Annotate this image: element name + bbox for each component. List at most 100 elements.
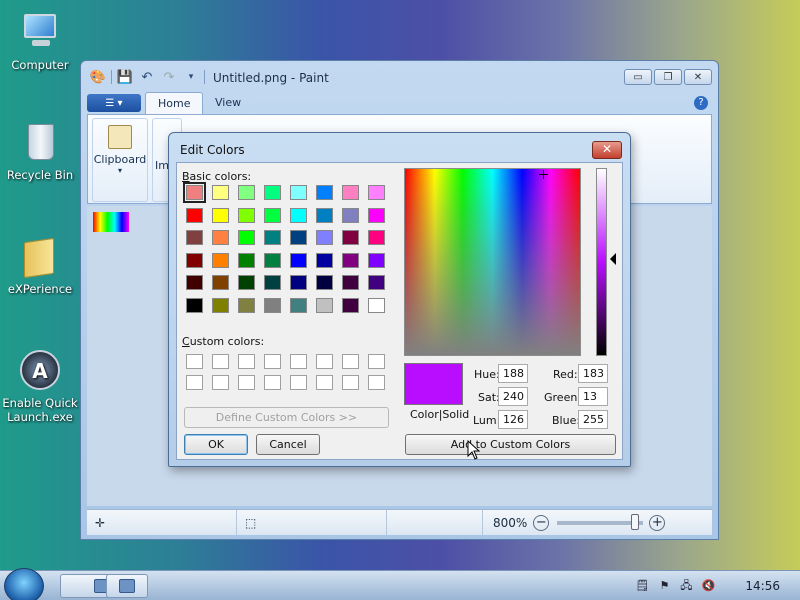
basic-color-swatch[interactable] — [290, 207, 307, 223]
sat-field[interactable]: 240 — [498, 387, 528, 406]
close-button[interactable]: ✕ — [684, 69, 712, 85]
basic-color-swatch[interactable] — [212, 297, 229, 313]
redo-icon[interactable]: ↷ — [160, 68, 178, 86]
basic-color-swatch[interactable] — [264, 275, 281, 290]
basic-color-swatch[interactable] — [264, 297, 281, 313]
basic-color-swatch[interactable] — [290, 297, 307, 313]
basic-color-swatch[interactable] — [238, 230, 255, 245]
basic-color-swatch[interactable] — [316, 275, 333, 290]
custom-color-swatch[interactable] — [342, 375, 359, 390]
tab-view[interactable]: View — [203, 92, 253, 114]
zoom-slider-knob[interactable] — [631, 513, 640, 530]
basic-color-swatch[interactable] — [290, 185, 307, 200]
basic-color-swatch[interactable] — [238, 207, 255, 223]
tab-home[interactable]: Home — [145, 92, 204, 114]
volume-muted-icon[interactable]: 🔇 — [701, 579, 716, 593]
basic-color-swatch[interactable] — [368, 185, 385, 200]
basic-color-swatch[interactable] — [316, 207, 333, 223]
custom-color-swatch[interactable] — [316, 375, 333, 390]
define-custom-colors-button[interactable]: Define Custom Colors >> — [184, 407, 389, 428]
basic-color-swatch[interactable] — [186, 230, 203, 245]
cancel-button[interactable]: Cancel — [256, 434, 320, 455]
basic-color-swatch[interactable] — [238, 297, 255, 313]
custom-color-swatch[interactable] — [290, 375, 307, 390]
custom-color-swatch[interactable] — [290, 354, 307, 369]
custom-color-swatch[interactable] — [238, 375, 255, 390]
basic-color-swatch[interactable] — [290, 275, 307, 290]
clock[interactable]: 14:56 — [745, 579, 780, 593]
basic-color-swatch[interactable] — [290, 252, 307, 268]
basic-color-swatch[interactable] — [264, 230, 281, 245]
basic-color-swatch[interactable] — [342, 230, 359, 245]
basic-color-swatch[interactable] — [368, 230, 385, 245]
zoom-slider[interactable] — [557, 513, 644, 530]
zoom-in-button[interactable]: + — [649, 514, 666, 531]
blue-field[interactable]: 255 — [578, 410, 608, 429]
color-spectrum[interactable] — [404, 168, 581, 356]
basic-color-swatch[interactable] — [316, 297, 333, 313]
custom-color-swatch[interactable] — [368, 375, 385, 390]
desktop-icon-recycle-bin[interactable]: Recycle Bin — [0, 120, 80, 182]
basic-color-swatch[interactable] — [316, 230, 333, 245]
basic-color-swatch[interactable] — [186, 297, 203, 313]
minimize-button[interactable]: ▭ — [624, 69, 652, 85]
basic-color-swatch[interactable] — [368, 297, 385, 313]
basic-color-swatch[interactable] — [264, 185, 281, 200]
custom-color-swatch[interactable] — [368, 354, 385, 369]
basic-color-swatch[interactable] — [342, 275, 359, 290]
basic-color-swatch[interactable] — [212, 207, 229, 223]
start-button[interactable] — [4, 568, 44, 600]
basic-color-swatch[interactable] — [212, 275, 229, 290]
custom-color-swatch[interactable] — [342, 354, 359, 369]
basic-color-swatch[interactable] — [183, 182, 206, 203]
basic-color-swatch[interactable] — [290, 230, 307, 245]
custom-color-swatch[interactable] — [186, 375, 203, 390]
luminosity-slider[interactable] — [596, 168, 607, 356]
basic-color-swatch[interactable] — [342, 185, 359, 200]
app-menu-button[interactable]: ☰ ▾ — [87, 94, 141, 112]
custom-color-swatch[interactable] — [212, 354, 229, 369]
basic-color-swatch[interactable] — [316, 252, 333, 268]
custom-color-swatch[interactable] — [316, 354, 333, 369]
red-field[interactable]: 183 — [578, 364, 608, 383]
paint-app-icon[interactable]: 🎨 — [89, 68, 107, 86]
basic-color-swatch[interactable] — [264, 252, 281, 268]
clipboard-group[interactable]: Clipboard ▾ — [92, 118, 148, 202]
network-icon[interactable]: 🖧 — [679, 579, 693, 593]
custom-color-swatch[interactable] — [186, 354, 203, 369]
add-to-custom-colors-button[interactable]: Add to Custom Colors — [405, 434, 616, 455]
basic-color-swatch[interactable] — [342, 252, 359, 268]
basic-color-swatch[interactable] — [264, 207, 281, 223]
basic-color-swatch[interactable] — [368, 252, 385, 268]
action-center-icon[interactable]: ⚑ — [657, 579, 671, 593]
desktop-icon-experience[interactable]: eXPerience — [0, 234, 80, 296]
custom-color-swatch[interactable] — [212, 375, 229, 390]
desktop-icon-computer[interactable]: Computer — [0, 10, 80, 72]
basic-color-swatch[interactable] — [186, 252, 203, 268]
desktop-icon-enable-quick-launch[interactable]: Enable Quick Launch.exe — [0, 348, 80, 424]
save-icon[interactable]: 💾 — [116, 68, 134, 86]
luminosity-arrow-icon[interactable] — [610, 253, 616, 265]
basic-color-swatch[interactable] — [186, 275, 203, 290]
basic-color-swatch[interactable] — [212, 185, 229, 200]
basic-color-swatch[interactable] — [368, 275, 385, 290]
restore-button[interactable]: ❐ — [654, 69, 682, 85]
zoom-out-button[interactable]: − — [533, 514, 550, 531]
canvas-image[interactable] — [93, 212, 129, 232]
basic-color-swatch[interactable] — [186, 207, 203, 223]
basic-color-swatch[interactable] — [212, 252, 229, 268]
basic-color-swatch[interactable] — [316, 185, 333, 200]
basic-color-swatch[interactable] — [368, 207, 385, 223]
ok-button[interactable]: OK — [184, 434, 248, 455]
basic-color-swatch[interactable] — [342, 207, 359, 223]
custom-color-swatch[interactable] — [238, 354, 255, 369]
custom-color-swatch[interactable] — [264, 375, 281, 390]
basic-color-swatch[interactable] — [238, 275, 255, 290]
basic-color-swatch[interactable] — [238, 252, 255, 268]
basic-color-swatch[interactable] — [342, 297, 359, 313]
basic-color-swatch[interactable] — [238, 185, 255, 200]
hue-field[interactable]: 188 — [498, 364, 528, 383]
help-icon[interactable]: ? — [694, 96, 708, 110]
dialog-close-button[interactable]: ✕ — [592, 141, 622, 159]
lum-field[interactable]: 126 — [498, 410, 528, 429]
